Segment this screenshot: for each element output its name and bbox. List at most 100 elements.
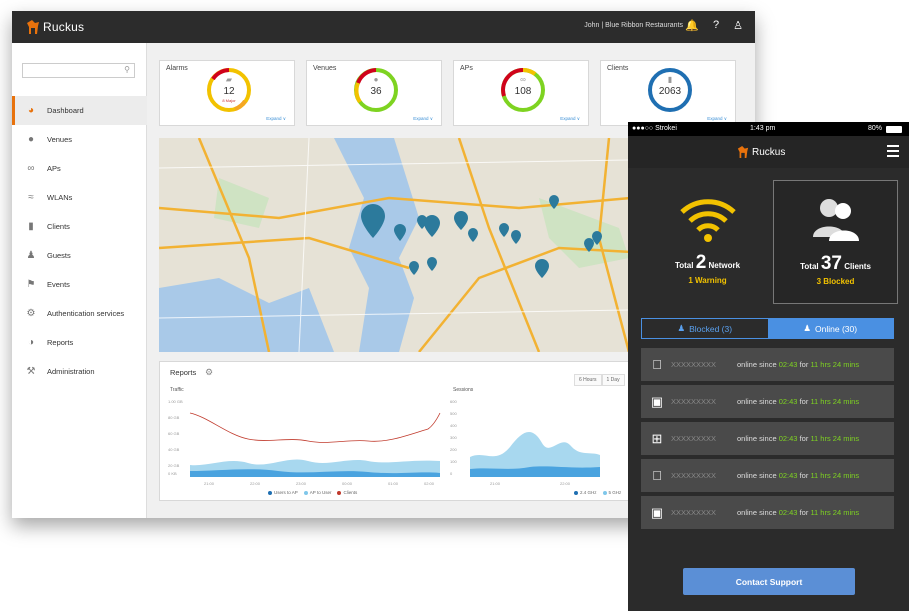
sidebar-item-aps[interactable]: ∞ APs [12, 154, 147, 183]
traffic-legend: Users to AP AP to User Clients [268, 490, 357, 495]
client-name: XXXXXXXXX [671, 360, 717, 369]
device-icon: ▮ [28, 221, 34, 232]
traffic-chart: 1.00 GB 80 GB 60 GB 40 GB 20 GB 0 KB 21:00 22… [168, 399, 441, 486]
menu-icon[interactable] [887, 145, 899, 160]
list-item[interactable]:  XXXXXXXXX online since 02:43 for 11 hr… [641, 348, 894, 381]
sidebar-item-label: Dashboard [47, 106, 84, 115]
alarms-count: 12 [223, 86, 235, 97]
guest-icon: ♟ [26, 250, 36, 261]
brand-name: Ruckus [43, 20, 85, 34]
org-name: Blue Ribbon Restaurants [605, 22, 683, 29]
pie-icon: ◑ [27, 337, 35, 348]
sidebar-item-label: Authentication services [47, 309, 125, 318]
client-status: online since 02:43 for 11 hrs 24 mins [737, 397, 860, 406]
svg-text:400: 400 [450, 423, 457, 428]
client-status: online since 02:43 for 11 hrs 24 mins [737, 434, 860, 443]
sidebar: ⚲ ◕ Dashboard ● Venues ∞ APs ≈ WLANs ▮ C… [12, 43, 147, 518]
sidebar-item-label: Guests [47, 251, 71, 260]
aps-card[interactable]: APs ∞ 108 Expand ∨ [453, 60, 589, 126]
svg-text:300: 300 [450, 435, 457, 440]
sidebar-item-authentication-services[interactable]: ⚙ Authentication services [12, 299, 147, 328]
network-warning: 1 Warning [688, 276, 727, 285]
wrench-icon: ⚒ [26, 366, 36, 377]
ap-icon: ∞ [27, 163, 35, 174]
svg-text:200: 200 [450, 447, 457, 452]
user-info[interactable]: John | Blue Ribbon Restaurants [584, 22, 683, 29]
alarms-card[interactable]: Alarms ▰ 12 8 Major Expand ∨ [159, 60, 295, 126]
clients-card[interactable]: Clients ▮ 2063 Expand ∨ [600, 60, 736, 126]
sidebar-item-events[interactable]: ⚑ Events [12, 270, 147, 299]
android-icon: ▣ [650, 393, 664, 409]
client-name: XXXXXXXXX [671, 397, 717, 406]
sidebar-item-guests[interactable]: ♟ Guests [12, 241, 147, 270]
sidebar-item-clients[interactable]: ▮ Clients [12, 212, 147, 241]
sidebar-item-reports[interactable]: ◑ Reports [12, 328, 147, 357]
client-status: online since 02:43 for 11 hrs 24 mins [737, 360, 860, 369]
separator: | [601, 22, 604, 29]
svg-text:21:00: 21:00 [490, 481, 501, 486]
location-icon: ● [27, 134, 35, 145]
sidebar-item-dashboard[interactable]: ◕ Dashboard [12, 96, 147, 125]
wifi-icon: ≈ [28, 192, 34, 203]
sidebar-item-label: Venues [47, 135, 73, 144]
tab-online[interactable]: ♟ Online (30) [767, 319, 893, 338]
list-item[interactable]: ▣ XXXXXXXXX online since 02:43 for 11 hr… [641, 496, 894, 529]
brand-name: Ruckus [752, 146, 786, 158]
dog-logo-icon [737, 146, 749, 158]
android-icon: ▣ [650, 504, 664, 520]
network-total: Total 2 Network [674, 252, 741, 273]
card-title: Venues [313, 65, 337, 72]
reports-title: Reports [170, 368, 197, 377]
sidebar-item-venues[interactable]: ● Venues [12, 125, 147, 154]
list-item[interactable]:  XXXXXXXXX online since 02:43 for 11 hr… [641, 459, 894, 492]
sidebar-item-administration[interactable]: ⚒ Administration [12, 357, 147, 386]
tab-blocked[interactable]: ♟ Blocked (3) [642, 319, 768, 338]
svg-text:600: 600 [450, 399, 457, 404]
top-bar: Ruckus John | Blue Ribbon Restaurants 🔔 … [12, 11, 755, 43]
svg-text:40 GB: 40 GB [168, 447, 180, 452]
expand-link[interactable]: Expand ∨ [560, 116, 580, 122]
battery-icon [886, 126, 902, 133]
search-input[interactable]: ⚲ [22, 63, 135, 78]
legend-item: Users to AP [268, 490, 298, 495]
sidebar-nav: ◕ Dashboard ● Venues ∞ APs ≈ WLANs ▮ Cli… [12, 96, 147, 386]
sidebar-item-label: Administration [47, 367, 95, 376]
user-icon[interactable]: ♙ [733, 19, 743, 32]
sidebar-item-label: APs [47, 164, 61, 173]
range-6-hours-button[interactable]: 6 Hours [574, 374, 602, 386]
wifi-icon [680, 199, 736, 242]
gear-icon[interactable]: ⚙ [205, 367, 213, 378]
contact-support-button[interactable]: Contact Support [683, 568, 855, 595]
sidebar-item-label: WLANs [47, 193, 73, 202]
network-stat[interactable]: Total 2 Network 1 Warning [645, 180, 770, 304]
client-filter-tabs: ♟ Blocked (3) ♟ Online (30) [641, 318, 894, 339]
clients-blocked: 3 Blocked [816, 277, 855, 286]
svg-text:01:00: 01:00 [388, 481, 399, 486]
sidebar-item-label: Reports [47, 338, 74, 347]
device-icon: ▮ [667, 75, 673, 84]
expand-link[interactable]: Expand ∨ [413, 116, 433, 122]
clients-stat[interactable]: Total 37 Clients 3 Blocked [773, 180, 898, 304]
client-name: XXXXXXXXX [671, 471, 717, 480]
venues-card[interactable]: Venues ● 36 Expand ∨ [306, 60, 442, 126]
legend-item: AP to User [303, 490, 331, 495]
svg-text:20 GB: 20 GB [168, 463, 180, 468]
expand-link[interactable]: Expand ∨ [266, 116, 286, 122]
ruckus-logo[interactable]: Ruckus [737, 145, 785, 159]
client-status: online since 02:43 for 11 hrs 24 mins [737, 471, 860, 480]
sidebar-item-wlans[interactable]: ≈ WLANs [12, 183, 147, 212]
sidebar-item-label: Clients [47, 222, 70, 231]
auth-icon: ⚙ [26, 308, 36, 319]
ruckus-logo[interactable]: Ruckus [26, 19, 84, 35]
clock: 1:43 pm [750, 125, 776, 132]
apple-icon:  [647, 357, 667, 372]
list-item[interactable]: ⊞ XXXXXXXXX online since 02:43 for 11 hr… [641, 422, 894, 455]
svg-text:0 KB: 0 KB [168, 471, 177, 476]
list-item[interactable]: ▣ XXXXXXXXX online since 02:43 for 11 hr… [641, 385, 894, 418]
traffic-chart-title: Traffic [170, 387, 184, 393]
range-1-day-button[interactable]: 1 Day [601, 374, 625, 386]
apple-icon:  [647, 468, 667, 483]
search-icon: ⚲ [124, 65, 130, 74]
help-icon[interactable]: ? [713, 19, 719, 32]
bell-icon[interactable]: 🔔 [685, 19, 699, 32]
